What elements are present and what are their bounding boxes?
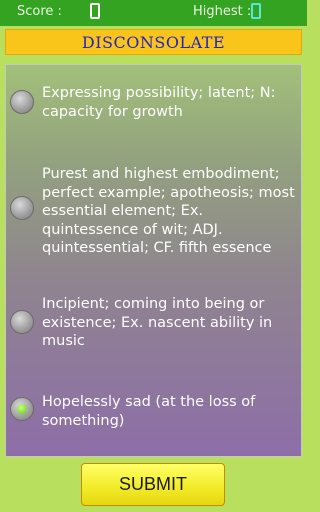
radio-button[interactable] [10, 90, 34, 114]
option-4[interactable]: Hopelessly sad (at the loss of something… [6, 391, 301, 435]
score-digit-display [90, 3, 100, 19]
highest-label: Highest : [193, 4, 252, 19]
option-2[interactable]: Purest and highest embodiment; perfect e… [6, 162, 301, 257]
option-text: Expressing possibility; latent; N: capac… [42, 85, 276, 120]
highest-digit-display [251, 3, 261, 19]
radio-button[interactable] [10, 310, 34, 334]
submit-button[interactable]: SUBMIT [81, 463, 225, 506]
score-label: Score : [17, 4, 62, 19]
options-panel: Expressing possibility; latent; N: capac… [5, 64, 302, 457]
quiz-word: DISCONSOLATE [81, 32, 226, 52]
option-1[interactable]: Expressing possibility; latent; N: capac… [6, 80, 301, 124]
radio-button-selected[interactable] [10, 397, 34, 421]
score-bar: Score : Highest : [0, 0, 307, 26]
option-3[interactable]: Incipient; coming into being or existenc… [6, 292, 301, 354]
option-text: Incipient; coming into being or existenc… [42, 296, 273, 349]
option-text: Hopelessly sad (at the loss of something… [42, 394, 256, 429]
radio-button[interactable] [10, 196, 34, 220]
word-banner: DISCONSOLATE [5, 29, 302, 55]
option-text: Purest and highest embodiment; perfect e… [42, 166, 295, 256]
